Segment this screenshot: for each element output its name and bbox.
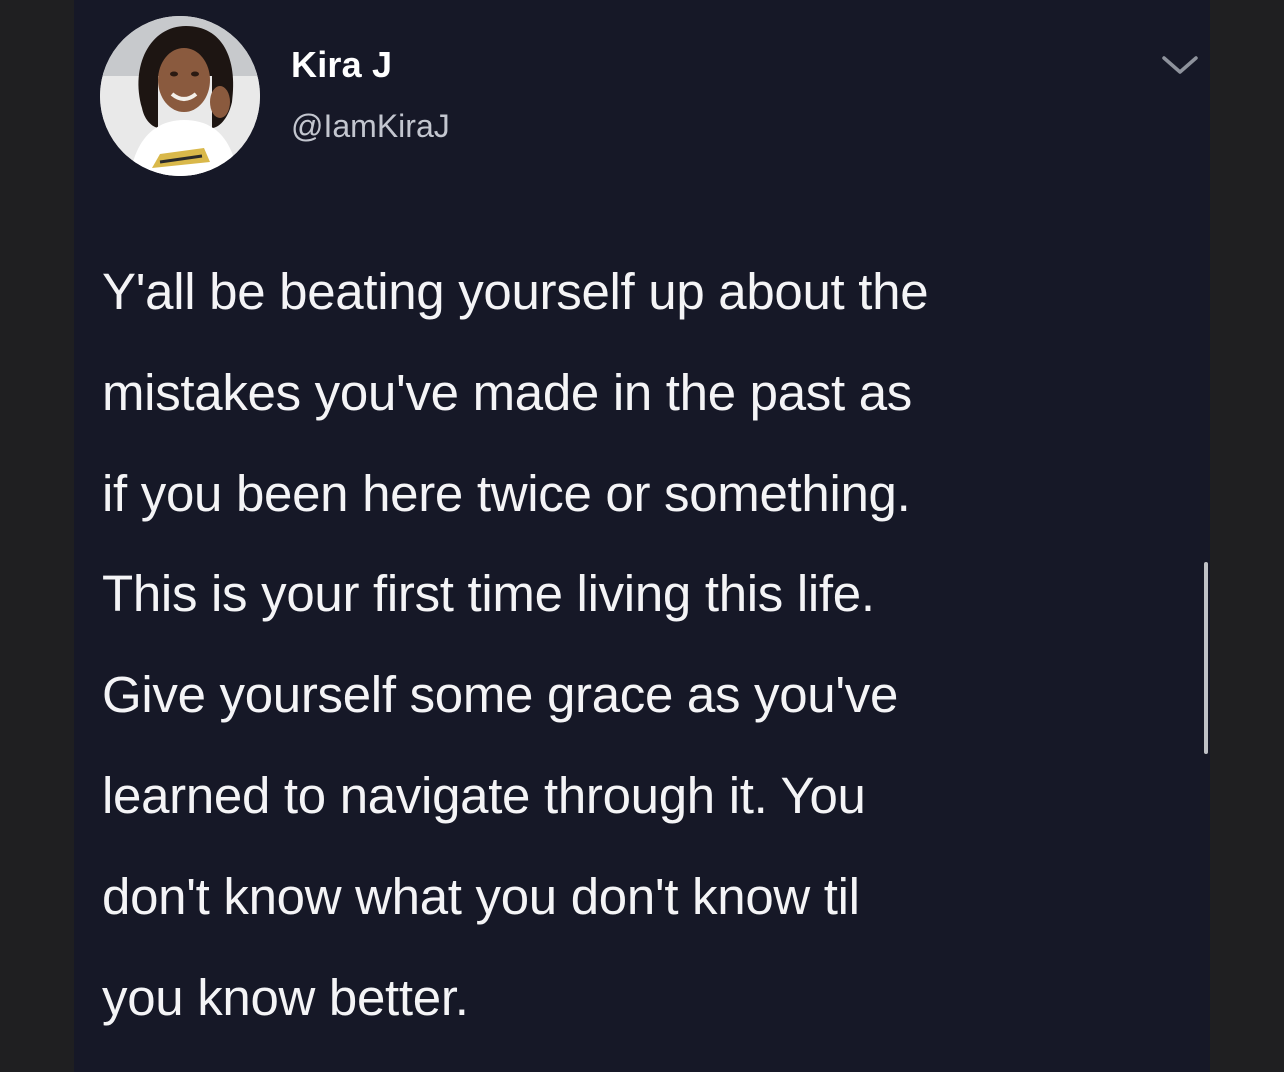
- user-handle[interactable]: @IamKiraJ: [291, 108, 450, 145]
- chevron-down-icon[interactable]: [1160, 52, 1200, 78]
- tweet-text: Y'all be beating yourself up about the m…: [102, 263, 929, 1026]
- display-name[interactable]: Kira J: [291, 44, 392, 86]
- tweet-card: Kira J @IamKiraJ Y'all be beating yourse…: [74, 0, 1210, 1072]
- avatar[interactable]: [100, 16, 260, 176]
- profile-photo: [100, 16, 260, 176]
- scrollbar[interactable]: [1204, 562, 1208, 754]
